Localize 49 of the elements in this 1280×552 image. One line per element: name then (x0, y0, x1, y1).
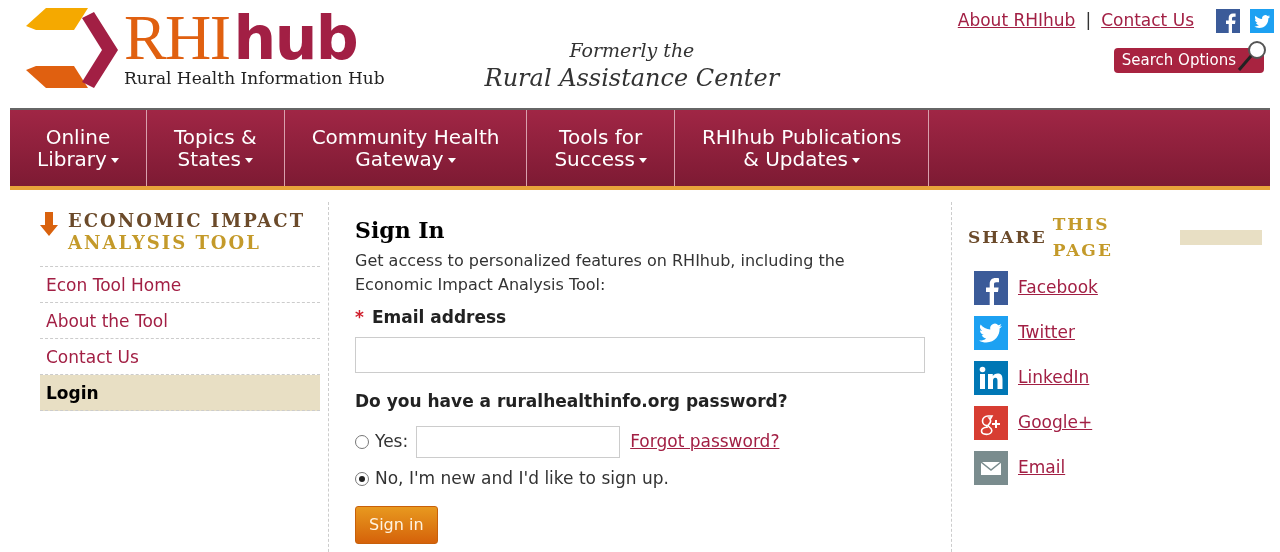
tagline: Formerly the (569, 39, 695, 63)
caret-icon (244, 158, 253, 163)
share-link[interactable]: LinkedIn (1018, 365, 1090, 391)
twitter-icon[interactable] (974, 316, 1008, 350)
field-label: Email address (371, 306, 507, 329)
caret-icon (852, 158, 861, 163)
radio-label: Yes: (375, 430, 409, 454)
google-plus-icon[interactable] (974, 406, 1008, 440)
sidebar-link[interactable]: Econ Tool Home (40, 267, 320, 303)
share-link[interactable]: Facebook (1018, 275, 1098, 301)
nav-menu-item[interactable]: Online Library (10, 110, 147, 186)
nav-menu-item[interactable]: Community Health Gateway (284, 110, 528, 186)
caret-icon (638, 158, 647, 163)
nav-menu-item[interactable]: Tools for Success (527, 110, 675, 186)
facebook-icon[interactable] (974, 271, 1008, 305)
share-link[interactable]: Google+ (1018, 410, 1093, 436)
sidebar-link[interactable]: Login (40, 375, 320, 411)
sidebar-heading: ANALYSIS TOOL (68, 232, 262, 254)
share-link[interactable]: Twitter (1018, 320, 1075, 346)
down-arrow-icon (40, 212, 58, 236)
share-heading: SHARE (968, 225, 1047, 249)
form-title: Sign In (355, 216, 446, 245)
email-field[interactable] (355, 336, 925, 373)
nav-menu-item[interactable]: RHIhub Publications & Updates (674, 110, 930, 186)
top-link[interactable]: Contact Us (1101, 8, 1194, 34)
envelope-icon[interactable] (974, 451, 1008, 485)
form-intro: Get access to personalized features on RHIhub, including the Economic Impact Analysis Tool: (355, 250, 846, 296)
share-link[interactable]: Email (1018, 455, 1066, 481)
top-link[interactable]: About RHIhub (957, 8, 1076, 34)
share-heading: THIS PAGE (1052, 213, 1114, 262)
brand-name-accent: hub (233, 8, 358, 69)
radio-button[interactable] (355, 435, 369, 449)
tagline: Rural Assistance Center (484, 62, 780, 93)
caret-icon (110, 158, 119, 163)
twitter-icon[interactable] (1250, 8, 1274, 33)
caret-icon (447, 158, 456, 163)
field-label: Do you have a ruralhealthinfo.org password? (355, 389, 789, 413)
sidebar-heading: ECONOMIC IMPACT (68, 210, 306, 232)
forgot-password-link[interactable]: Forgot password? (630, 429, 780, 455)
sidebar-link[interactable]: About the Tool (40, 303, 320, 339)
radio-label: No, I'm new and I'd like to sign up. (375, 467, 669, 490)
linkedin-icon[interactable] (974, 361, 1008, 395)
password-field[interactable] (416, 426, 621, 458)
link-separator: | (1085, 9, 1092, 32)
required-mark: * (355, 306, 364, 329)
search-options-button[interactable]: Search Options (1113, 48, 1264, 73)
facebook-icon[interactable] (1216, 8, 1240, 33)
radio-button[interactable] (355, 471, 369, 486)
nav-menu-item[interactable]: Topics & States (146, 110, 285, 186)
